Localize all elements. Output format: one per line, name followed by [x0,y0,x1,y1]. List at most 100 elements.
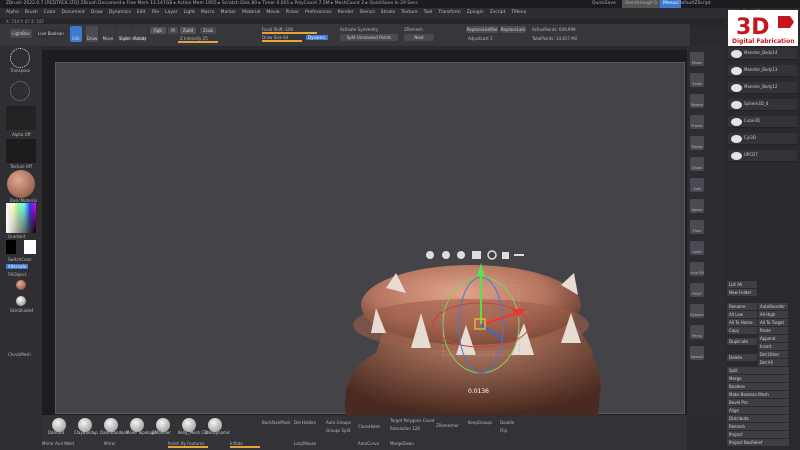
brush-icon[interactable] [10,48,30,68]
closehole-button[interactable]: CloseHoles [358,424,380,429]
delete-button[interactable]: Delete [727,354,757,361]
gizmo-toolbar[interactable] [426,250,524,260]
dynamic-toggle[interactable]: Dynamic [306,35,328,40]
del-all-button[interactable]: Del All [758,359,788,366]
alpha-icon[interactable] [6,106,36,130]
all-to-home-button[interactable]: All To Home [727,319,757,326]
menu-item-dynamics[interactable]: Dynamics [109,10,131,15]
subtool-item[interactable]: Monster_Body14 [728,48,797,60]
menu-item-preferences[interactable]: Preferences [305,10,331,15]
menu-item-file[interactable]: File [152,10,160,15]
zsub-button[interactable]: Zsub [200,27,216,34]
menu-item-tmenu[interactable]: TMenu [511,10,526,15]
boolean-button[interactable]: Boolean [727,383,789,390]
auto-groups-button[interactable]: Auto Groups [326,420,351,425]
subtool-item[interactable]: UPCD7 [728,150,797,162]
right-shelf-line-fill-button[interactable]: Line Fill [690,262,704,276]
skin-material-icon[interactable] [16,280,26,290]
split-button[interactable]: Split [727,367,789,374]
edit-button[interactable]: Edit [70,26,82,42]
menu-item-alpha[interactable]: Alpha [6,10,19,15]
backface-button[interactable]: BackfaceMask [262,420,291,425]
flip-button[interactable]: Flip [500,428,507,433]
all-high-button[interactable]: All High [758,311,788,318]
subtool-item[interactable]: Monster_Body13 [728,65,797,77]
alternate-button[interactable]: Alternate [6,264,29,269]
zadd-button[interactable]: Zadd [180,27,196,34]
del-other-button[interactable]: Del Other [758,351,788,358]
remesh-button[interactable]: Remesh [727,423,789,430]
groups-split-button[interactable]: Groups Split [326,428,350,433]
subtool-item[interactable]: Cyl3D [728,133,797,145]
right-shelf-dynamic-button[interactable]: Dynamic [690,304,704,318]
see-through-slider[interactable]: See-through 0 [622,0,660,8]
menu-item-light[interactable]: Light [184,10,195,15]
model-render[interactable]: 0.0136 [56,63,686,415]
bevel-pro-button[interactable]: Bevel Pro [727,399,789,406]
menu-item-zscript[interactable]: Zscript [490,10,506,15]
zremesh-button[interactable]: ZRemesh [404,27,423,32]
right-shelf-frame-button[interactable]: Frame [690,115,704,129]
all-to-target-button[interactable]: All To Target [758,319,788,326]
menu-item-material[interactable]: Material [242,10,260,15]
distribute-button[interactable]: Distribute [727,415,789,422]
project-button[interactable]: Project [727,431,789,438]
menu-item-layer[interactable]: Layer [165,10,178,15]
right-shelf-rotate-button[interactable]: Rotate [690,94,704,108]
mergedown-button[interactable]: MergeDown [390,441,414,446]
autocurve-button[interactable]: AutoCurve [358,441,379,446]
draw-button[interactable]: Draw [86,26,98,42]
menu-item-tool[interactable]: Tool [424,10,433,15]
menu-item-stroke[interactable]: Stroke [381,10,395,15]
right-shelf-move-button[interactable]: Move [690,52,704,66]
paste-button[interactable]: Paste [758,327,788,334]
list-all-button[interactable]: List All [727,281,757,288]
replace-last-rel-button[interactable]: ReplaceLastRel [466,26,498,33]
menu-item-texture[interactable]: Texture [401,10,417,15]
menu-item-render[interactable]: Render [338,10,354,15]
menu-item-edit[interactable]: Edit [137,10,146,15]
color-picker[interactable] [6,203,36,233]
double-button[interactable]: Double [500,420,514,425]
mirror-weld-button[interactable]: Mirror And Weld [42,441,74,446]
autoreorder-button[interactable]: AutoReorder [758,303,788,310]
menu-item-marker[interactable]: Marker [221,10,237,15]
secondary-color-swatch[interactable] [24,240,36,254]
menu-item-document[interactable]: Document [62,10,85,15]
rgb-intensity-slider[interactable]: Rgb Intensity [120,36,147,41]
menu-item-picker[interactable]: Picker [286,10,299,15]
merge-button[interactable]: Merge [727,375,789,382]
subtool-item[interactable]: Monster_Body12 [728,82,797,94]
append-button[interactable]: Append [758,335,788,342]
resolution-button[interactable]: Resolution 128 [390,426,420,431]
lazymouse-button[interactable]: LazyMouse [294,441,316,446]
switch-color-button[interactable]: SwitchColor [8,257,32,262]
duplicate-button[interactable]: Duplicate [727,338,757,345]
fill-object-button[interactable]: FillObject [8,272,26,277]
texture-icon[interactable] [6,139,36,163]
menu-item-movie[interactable]: Movie [266,10,279,15]
live-boolean-button[interactable]: Live Boolean [36,29,66,38]
right-shelf-transp-button[interactable]: Transp [690,136,704,150]
activate-symmetry-button[interactable]: Activate Symmetry [340,27,378,32]
m-button[interactable]: M [168,27,178,34]
all-low-button[interactable]: All Low [727,311,757,318]
document-viewport[interactable]: 0.0136 [55,62,686,415]
right-shelf-solo-button[interactable]: Solo [690,178,704,192]
next-button[interactable]: Next [404,34,434,41]
right-shelf-xpose-button[interactable]: Xpose [690,199,704,213]
del-hidden-button[interactable]: Del Hidden [294,420,316,425]
menu-item-brush[interactable]: Brush [25,10,38,15]
right-shelf-floor-button[interactable]: Floor [690,220,704,234]
move-button[interactable]: Move [102,26,114,42]
right-shelf-polyf-button[interactable]: PolyF [690,283,704,297]
right-shelf-local-button[interactable]: Local [690,241,704,255]
stroke-icon[interactable] [10,81,30,101]
material-sphere-icon[interactable] [7,170,35,198]
transpose-label[interactable]: Transpose [10,68,30,73]
adjust-last-slider[interactable]: AdjustLast 1 [468,36,493,41]
menu-item-color[interactable]: Color [44,10,56,15]
quicksave-button[interactable]: QuickSave [592,0,616,8]
project-bas-button[interactable]: Project BasRelief [727,439,789,446]
right-shelf-ghost-button[interactable]: Ghost [690,157,704,171]
